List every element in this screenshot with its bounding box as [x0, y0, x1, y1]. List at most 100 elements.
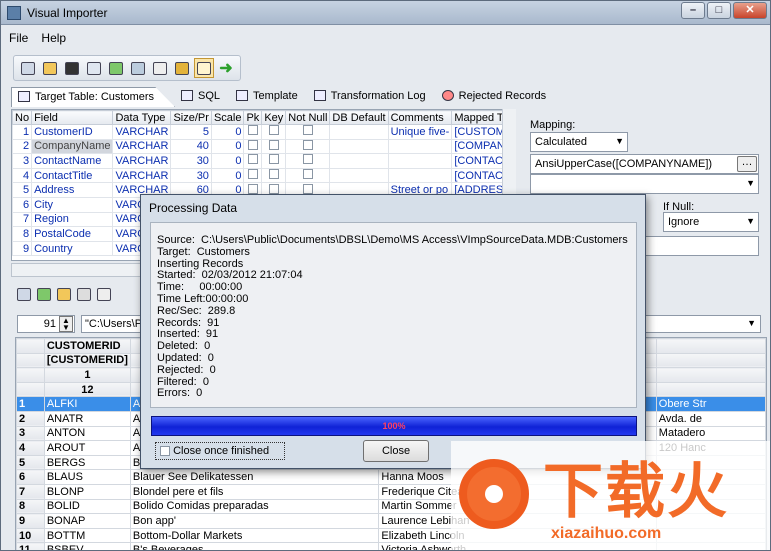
address[interactable]: Obere Str — [655, 396, 766, 412]
data-type[interactable]: VARCHAR — [112, 138, 172, 155]
menu-file[interactable]: File — [9, 31, 28, 45]
column-header[interactable] — [655, 338, 766, 354]
size[interactable]: 30 — [170, 153, 212, 169]
checkbox-box[interactable] — [247, 183, 258, 194]
scale[interactable]: 0 — [210, 167, 245, 184]
no[interactable]: 5 — [12, 182, 33, 198]
checkbox-box[interactable] — [247, 154, 258, 165]
row-number[interactable]: 7 — [16, 483, 45, 500]
col-key[interactable]: Key — [261, 110, 287, 125]
not-null-checkbox[interactable] — [285, 138, 331, 155]
scale[interactable]: 0 — [210, 138, 245, 155]
checkbox-box[interactable] — [268, 140, 279, 150]
mapping-secondary-select[interactable]: ▼ — [530, 174, 759, 194]
size[interactable]: 30 — [170, 167, 212, 184]
customer-id[interactable]: BLONP — [43, 483, 131, 500]
field-row[interactable]: 2CompanyNameVARCHAR400[COMPANYNAME] — [12, 138, 515, 155]
checkbox-box[interactable] — [302, 154, 313, 165]
mapping-expression-input[interactable]: AnsiUpperCase([COMPANYNAME]) — [530, 154, 759, 174]
no[interactable]: 7 — [12, 211, 33, 228]
tab-sql[interactable]: SQL — [175, 87, 230, 107]
scale[interactable]: 0 — [210, 124, 245, 140]
row-number[interactable]: 9 — [16, 513, 45, 529]
key-checkbox[interactable] — [261, 167, 287, 184]
company-name[interactable]: Blauer See Delikatessen — [129, 469, 380, 485]
checkbox-box[interactable] — [302, 125, 313, 136]
field-row[interactable]: 1CustomerIDVARCHAR50Unique five-[CUSTOME… — [12, 124, 515, 140]
field-name[interactable]: City — [31, 196, 114, 213]
menu-help[interactable]: Help — [41, 31, 66, 45]
no[interactable]: 1 — [12, 124, 33, 140]
not-null-checkbox[interactable] — [285, 124, 331, 140]
company-name[interactable]: B's Beverages — [129, 542, 380, 550]
field-name[interactable]: ContactTitle — [31, 167, 114, 184]
save-button[interactable] — [62, 58, 82, 78]
checkbox-box[interactable] — [247, 125, 258, 136]
col-no[interactable]: No — [12, 110, 33, 125]
copy-button[interactable] — [150, 58, 170, 78]
company-name[interactable]: Bottom-Dollar Markets — [129, 527, 380, 544]
company-name[interactable]: Blondel pere et fils — [129, 483, 380, 500]
open-button[interactable] — [40, 58, 60, 78]
column-header[interactable]: CUSTOMERID — [43, 338, 131, 354]
checkbox-box[interactable] — [302, 183, 313, 194]
tab-transformation-log[interactable]: Transformation Log — [308, 87, 436, 107]
if-null-select[interactable]: Ignore ▼ — [663, 212, 759, 232]
data-type[interactable]: VARCHAR — [112, 153, 172, 169]
checkbox-box[interactable] — [268, 125, 279, 136]
no[interactable]: 9 — [12, 240, 33, 257]
customer-id[interactable]: BERGS — [43, 454, 131, 471]
filter-icon[interactable] — [77, 288, 91, 301]
ellipsis-button[interactable]: … — [737, 156, 757, 172]
customer-id[interactable]: ANATR — [43, 410, 131, 427]
customer-id[interactable]: BOLID — [43, 498, 131, 515]
row-number[interactable]: 4 — [16, 440, 45, 456]
pk-checkbox[interactable] — [243, 138, 263, 155]
refresh-icon[interactable] — [37, 288, 51, 301]
checkbox-box[interactable] — [247, 169, 258, 180]
field-name[interactable]: CustomerID — [31, 124, 114, 140]
customer-id[interactable]: BONAP — [43, 513, 131, 529]
tab-template[interactable]: Template — [230, 87, 308, 107]
minimize-button[interactable]: – — [681, 2, 705, 19]
address[interactable]: Avda. de — [655, 410, 766, 427]
field-name[interactable]: Region — [31, 211, 114, 228]
field-name[interactable]: Country — [31, 240, 114, 257]
pk-checkbox[interactable] — [243, 124, 263, 140]
key-checkbox[interactable] — [261, 153, 287, 169]
checkbox-box[interactable] — [302, 169, 313, 180]
size[interactable]: 5 — [170, 124, 212, 140]
db-default[interactable] — [329, 153, 389, 169]
row-number[interactable]: 11 — [16, 542, 45, 550]
tab-rejected-records[interactable]: Rejected Records — [436, 87, 556, 107]
import-mode-button[interactable] — [194, 58, 214, 78]
col-pk[interactable]: Pk — [243, 110, 263, 125]
clear-button[interactable] — [172, 58, 192, 78]
properties-button[interactable] — [18, 58, 38, 78]
checkbox-box[interactable] — [268, 183, 279, 194]
checkbox-box[interactable] — [302, 140, 313, 150]
edit-button[interactable] — [84, 58, 104, 78]
no[interactable]: 8 — [12, 226, 33, 242]
comments[interactable]: Unique five- — [387, 124, 453, 140]
row-number[interactable]: 5 — [16, 454, 45, 471]
field-name[interactable]: ContactName — [31, 153, 114, 169]
company-name[interactable]: Bon app' — [129, 513, 380, 529]
comments[interactable] — [387, 153, 453, 169]
pk-checkbox[interactable] — [243, 167, 263, 184]
col-not-null[interactable]: Not Null — [285, 110, 331, 125]
col-db-default[interactable]: DB Default — [329, 110, 389, 125]
key-checkbox[interactable] — [261, 138, 287, 155]
close-button[interactable]: Close — [363, 440, 429, 462]
close-window-button[interactable]: ✕ — [733, 2, 767, 19]
add-icon[interactable] — [57, 288, 71, 301]
col-field[interactable]: Field — [31, 110, 114, 125]
record-spin-button[interactable]: ▲ ▼ — [59, 316, 73, 332]
customer-id[interactable]: BLAUS — [43, 469, 131, 485]
data-type[interactable]: VARCHAR — [112, 124, 172, 140]
tab-target-table[interactable]: Target Table: Customers — [11, 87, 176, 107]
comments[interactable] — [387, 138, 453, 155]
comments[interactable] — [387, 167, 453, 184]
properties-icon[interactable] — [17, 288, 31, 301]
tables-button[interactable] — [128, 58, 148, 78]
